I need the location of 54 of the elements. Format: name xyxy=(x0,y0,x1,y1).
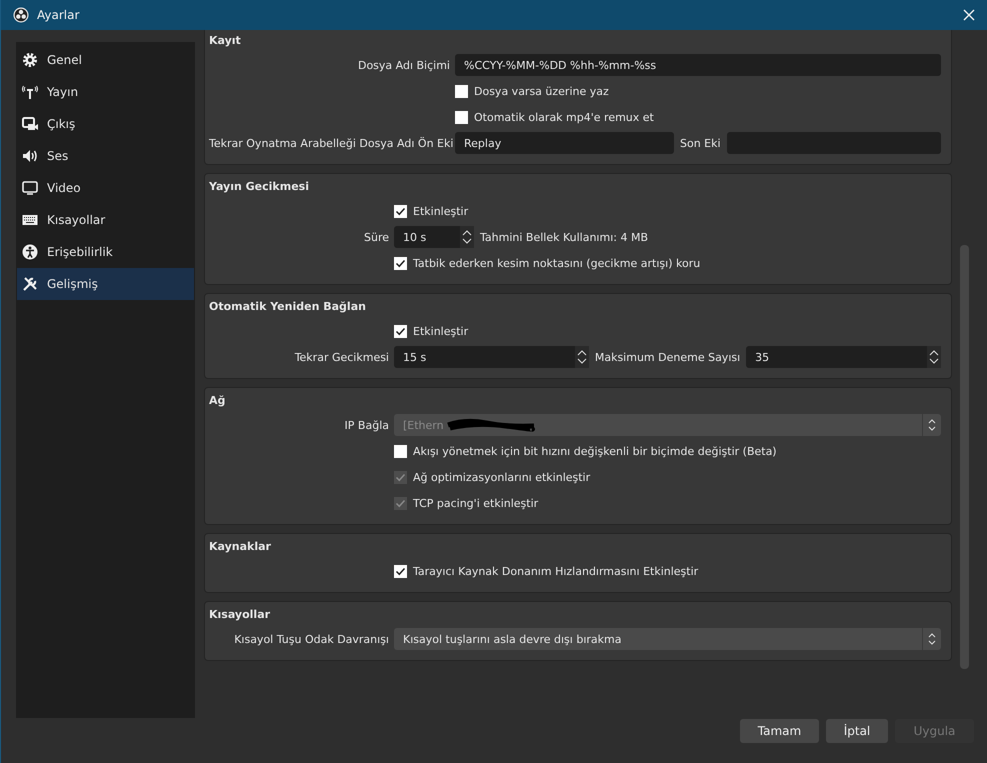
checkbox-option[interactable]: Akışı yönetmek için bit hızını değişkenli bir biçimde değiştir (Beta) xyxy=(394,444,777,458)
spin-box[interactable]: 15 s xyxy=(394,346,589,368)
close-icon[interactable] xyxy=(963,9,975,21)
antenna-icon xyxy=(22,84,38,100)
keyboard-icon xyxy=(22,212,38,228)
group-title: Yayın Gecikmesi xyxy=(209,179,310,195)
checkbox-option[interactable]: Etkinleştir xyxy=(394,204,468,218)
gear-icon xyxy=(22,52,38,68)
checkbox-option[interactable]: Etkinleştir xyxy=(394,324,468,338)
checkbox-option[interactable]: Dosya varsa üzerine yaz xyxy=(455,84,609,98)
monitor-icon xyxy=(22,180,38,196)
sidebar-item[interactable]: Erişebilirlik xyxy=(17,236,194,268)
field-label: Dosya Adı Biçimi xyxy=(356,58,450,72)
field-label: Tekrar Gecikmesi xyxy=(294,350,389,364)
field-label: Son Eki xyxy=(680,136,721,150)
sidebar-item[interactable]: Video xyxy=(17,172,194,204)
input-field[interactable]: Replay xyxy=(455,132,674,154)
up-down-arrows-icon[interactable] xyxy=(929,349,940,365)
up-down-arrows-icon[interactable] xyxy=(927,631,937,647)
speaker-icon xyxy=(22,148,38,164)
field-label: Kısayol Tuşu Odak Davranışı xyxy=(233,632,389,646)
accessibility-icon xyxy=(22,244,38,260)
field-label: Tekrar Oynatma Arabelleği Dosya Adı Ön Eki xyxy=(209,136,450,150)
window-title: Ayarlar xyxy=(37,8,80,22)
group-title: Kaynaklar xyxy=(209,539,272,555)
dropdown[interactable]: Kısayol tuşlarını asla devre dışı bırakma xyxy=(394,628,941,650)
field-label: IP Bağla xyxy=(344,418,389,432)
checkbox-option[interactable]: Tarayıcı Kaynak Donanım Hızlandırmasını Etkinleştir xyxy=(394,564,698,578)
field-label: Süre xyxy=(362,230,389,244)
dialog-button[interactable]: Tamam xyxy=(740,719,819,743)
group-title: Kısayollar xyxy=(209,607,272,623)
sidebar-item[interactable]: Gelişmiş xyxy=(17,268,194,300)
sidebar-item[interactable]: Genel xyxy=(17,44,194,76)
spin-box[interactable]: 35 xyxy=(746,346,942,368)
checkbox-option[interactable]: Otomatik olarak mp4'e remux et xyxy=(455,110,654,124)
app-logo-icon xyxy=(13,7,29,23)
spin-box[interactable]: 10 s xyxy=(394,226,474,248)
dialog-button[interactable]: İptal xyxy=(826,719,888,743)
field-label: Maksimum Deneme Sayısı xyxy=(594,350,740,364)
group-title: Kayıt xyxy=(209,33,242,49)
input-field[interactable] xyxy=(726,132,941,154)
up-down-arrows-icon[interactable] xyxy=(462,229,472,245)
checkbox-option[interactable]: Tatbik ederken kesim noktasını (gecikme artışı) koru xyxy=(394,256,700,270)
sidebar-item[interactable]: Yayın xyxy=(17,76,194,108)
input-field[interactable]: %CCYY-%MM-%DD %hh-%mm-%ss xyxy=(455,54,941,76)
screen-camera-icon xyxy=(22,116,38,132)
tools-icon xyxy=(22,276,38,292)
sidebar-item[interactable]: Ses xyxy=(17,140,194,172)
group-title: Otomatik Yeniden Bağlan xyxy=(209,299,367,315)
up-down-arrows-icon[interactable] xyxy=(576,349,587,365)
group-title: Ağ xyxy=(209,393,226,409)
memory-usage-text: Tahmini Bellek Kullanımı: 4 MB xyxy=(480,230,648,244)
sidebar-item[interactable]: Çıkış xyxy=(17,108,194,140)
sidebar-item[interactable]: Kısayollar xyxy=(17,204,194,236)
